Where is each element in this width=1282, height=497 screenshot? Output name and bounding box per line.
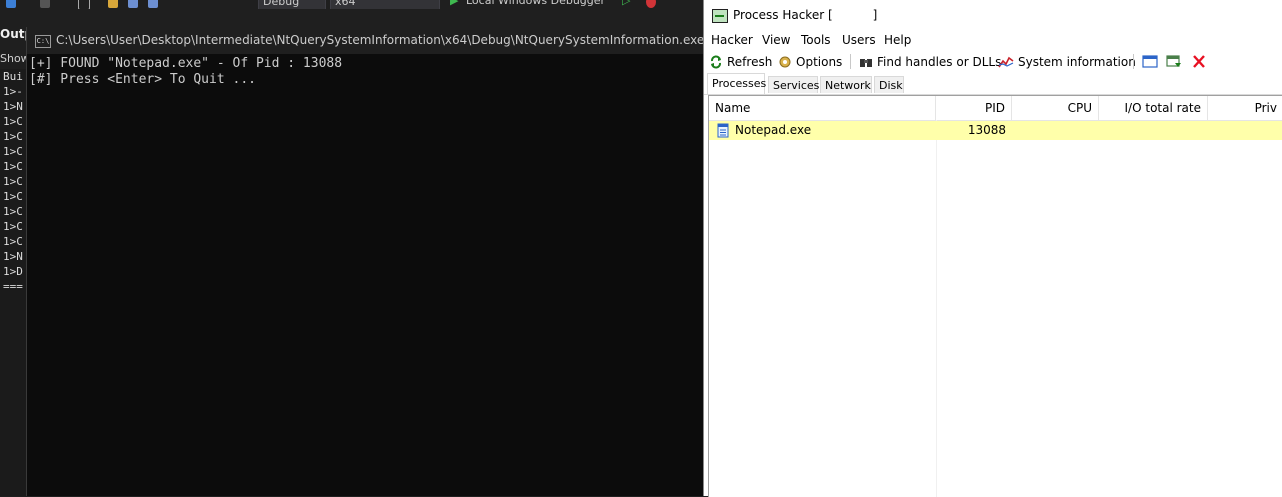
output-line: 1>C	[3, 175, 23, 188]
gear-icon	[779, 56, 791, 68]
output-line: 1>C	[3, 190, 23, 203]
output-line: 1>D	[3, 265, 23, 278]
ph-title-text: Process Hacker [	[733, 8, 833, 22]
column-header-io-total-rate[interactable]: I/O total rate	[1099, 96, 1208, 120]
vs-open-folder-icon[interactable]	[108, 0, 118, 8]
console-titlebar[interactable]: C:\ C:\Users\User\Desktop\Intermediate\N…	[27, 27, 704, 54]
column-header-private-bytes[interactable]: Priv	[1208, 96, 1282, 120]
chart-line-icon	[998, 56, 1014, 68]
output-line: 1>C	[3, 235, 23, 248]
menu-hacker[interactable]: Hacker	[711, 33, 753, 47]
output-line: 1>-	[3, 85, 23, 98]
process-name: Notepad.exe	[735, 123, 812, 137]
tab-disk[interactable]: Disk	[874, 76, 904, 93]
toolbar-separator	[850, 54, 851, 69]
output-line: 1>C	[3, 145, 23, 158]
process-hacker-window[interactable]: Process Hacker [] Hacker View Tools User…	[703, 0, 1282, 497]
output-line: 1>N	[3, 250, 23, 263]
close-icon[interactable]	[1191, 54, 1207, 69]
tab-network[interactable]: Network	[820, 76, 872, 93]
find-handles-label: Find handles or DLLs	[877, 55, 1002, 69]
output-line: 1>C	[3, 115, 23, 128]
console-app-icon: C:\	[35, 35, 51, 48]
vs-save-all-icon[interactable]	[148, 0, 158, 8]
window-icon[interactable]	[1142, 54, 1158, 69]
process-cpu	[1012, 121, 1093, 140]
console-line: [#] Press <Enter> To Quit ...	[29, 72, 256, 87]
column-header-name[interactable]: Name	[709, 96, 936, 120]
output-line: 1>C	[3, 160, 23, 173]
tab-processes[interactable]: Processes	[707, 73, 766, 94]
menu-view[interactable]: View	[762, 33, 790, 47]
ph-tabs: Processes Services Network Disk	[704, 73, 1282, 95]
console-title: C:\Users\User\Desktop\Intermediate\NtQue…	[56, 33, 705, 47]
console-output[interactable]: [+] FOUND "Notepad.exe" - Of Pid : 13088…	[29, 56, 342, 88]
output-line: 1>C	[3, 130, 23, 143]
menu-users[interactable]: Users	[842, 33, 876, 47]
vs-start-nodebug-icon[interactable]: ▷	[622, 0, 630, 8]
vs-start-debug-button[interactable]: Local Windows Debugger	[466, 0, 605, 8]
tab-services[interactable]: Services	[768, 76, 819, 93]
console-window[interactable]: C:\ C:\Users\User\Desktop\Intermediate\N…	[26, 27, 704, 496]
column-divider	[936, 120, 937, 497]
table-row[interactable]: Notepad.exe 13088	[709, 121, 1282, 140]
console-line: [+] FOUND "Notepad.exe" - Of Pid : 13088	[29, 56, 343, 71]
process-list-header: Name PID CPU I/O total rate Priv ^	[709, 96, 1282, 121]
system-information-button[interactable]: System information	[998, 53, 1136, 71]
options-label: Options	[796, 55, 843, 69]
process-hacker-app-icon	[712, 9, 728, 23]
output-line: Bui	[3, 70, 23, 83]
output-line: 1>N	[3, 100, 23, 113]
notepad-icon	[717, 123, 729, 138]
vs-platform-dropdown[interactable]: x64	[330, 0, 440, 9]
vs-record-icon[interactable]	[646, 0, 656, 8]
output-line: ===	[3, 280, 23, 293]
output-line: 1>C	[3, 205, 23, 218]
ph-titlebar[interactable]: Process Hacker []	[704, 0, 1282, 30]
vs-new-project-icon[interactable]	[78, 0, 90, 9]
ph-title-close-bracket: ]	[872, 8, 878, 22]
output-show-label: Show	[0, 52, 28, 65]
vs-start-icon[interactable]: ▶	[450, 0, 458, 8]
process-list[interactable]: Name PID CPU I/O total rate Priv ^ Notep…	[708, 95, 1282, 497]
vs-toolbar: Debug x64 ▶ Local Windows Debugger ▷	[0, 0, 703, 9]
find-handles-button[interactable]: Find handles or DLLs	[859, 53, 1001, 71]
refresh-button[interactable]: Refresh	[709, 53, 772, 71]
vs-output-panel: Outpu Show Bui 1>- 1>N 1>C 1>C 1>C 1>C 1…	[0, 24, 28, 496]
column-header-cpu[interactable]: CPU	[1012, 96, 1099, 120]
ph-toolbar: Refresh Options Find handles or DLLs Sys…	[704, 50, 1282, 73]
sort-ascending-icon: ^	[971, 95, 979, 103]
process-io-rate	[1099, 121, 1202, 140]
output-line: 1>C	[3, 220, 23, 233]
ph-menubar: Hacker View Tools Users Help	[704, 30, 1282, 50]
binoculars-icon	[860, 59, 872, 67]
ph-window-title: Process Hacker []	[733, 8, 877, 22]
vs-save-icon[interactable]	[128, 0, 138, 8]
vs-nav-back-icon[interactable]	[6, 0, 16, 8]
find-window-icon[interactable]	[1166, 54, 1182, 69]
process-pid: 13088	[967, 123, 1006, 137]
options-button[interactable]: Options	[778, 53, 842, 71]
system-information-label: System information	[1018, 55, 1136, 69]
menu-tools[interactable]: Tools	[801, 33, 831, 47]
refresh-icon	[711, 55, 721, 69]
refresh-label: Refresh	[727, 55, 773, 69]
toolbar-separator	[1133, 54, 1134, 69]
vs-config-dropdown[interactable]: Debug	[258, 0, 326, 9]
output-panel-title: Outpu	[0, 27, 28, 41]
vs-nav-forward-icon[interactable]	[40, 0, 50, 8]
menu-help[interactable]: Help	[884, 33, 911, 47]
output-text-area[interactable]: Bui 1>- 1>N 1>C 1>C 1>C 1>C 1>C 1>C 1>C …	[0, 69, 28, 496]
